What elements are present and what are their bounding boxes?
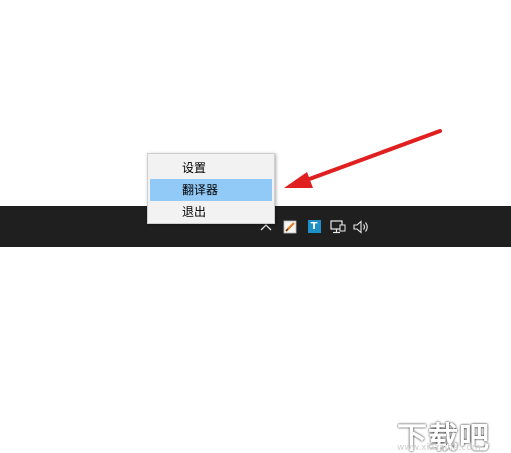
- translator-t-icon[interactable]: T: [302, 206, 326, 247]
- translator-t-letter: T: [307, 220, 321, 233]
- network-icon[interactable]: [326, 206, 350, 247]
- menu-item-translator[interactable]: 翻译器: [150, 179, 272, 201]
- site-watermark: 下载吧 www.xiazaiba.com: [397, 416, 505, 453]
- menu-item-exit[interactable]: 退出: [148, 201, 274, 223]
- menu-item-label: 翻译器: [182, 183, 219, 197]
- menu-item-label: 设置: [182, 161, 207, 175]
- pen-app-icon[interactable]: [278, 206, 302, 247]
- menu-item-settings[interactable]: 设置: [148, 157, 274, 179]
- volume-icon[interactable]: [350, 206, 374, 247]
- watermark-url: www.xiazaiba.com: [397, 443, 481, 453]
- tray-context-menu: 设置 翻译器 退出: [147, 153, 275, 224]
- menu-item-label: 退出: [182, 205, 207, 219]
